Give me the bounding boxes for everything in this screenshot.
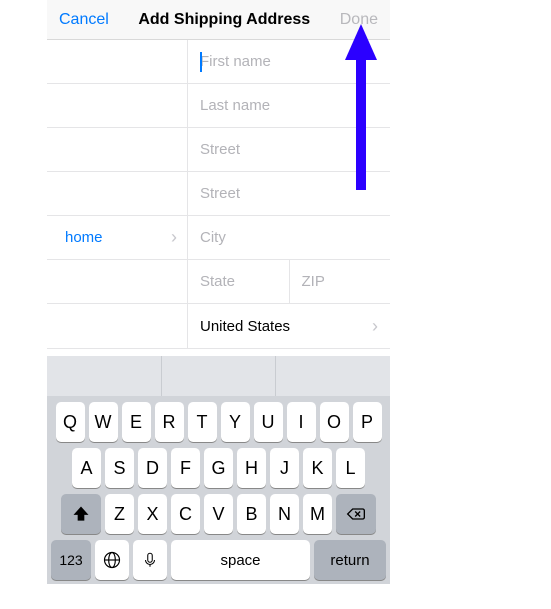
key-o[interactable]: O [320, 402, 349, 442]
prediction-bar [47, 356, 390, 396]
prediction-slot[interactable] [162, 356, 277, 396]
backspace-key[interactable] [336, 494, 376, 534]
key-l[interactable]: L [336, 448, 365, 488]
cancel-button[interactable]: Cancel [59, 11, 109, 29]
keyboard-row-1: QWERTYUIOP [47, 396, 390, 442]
country-selector[interactable]: United States › [187, 304, 390, 348]
numbers-key[interactable]: 123 [51, 540, 91, 580]
street1-field[interactable] [200, 141, 378, 158]
key-z[interactable]: Z [105, 494, 134, 534]
chevron-right-icon: › [372, 316, 378, 337]
key-m[interactable]: M [303, 494, 332, 534]
keyboard-row-3: ZXCVBNM [47, 488, 390, 534]
spacer [47, 260, 187, 303]
key-b[interactable]: B [237, 494, 266, 534]
shift-key[interactable] [61, 494, 101, 534]
globe-key[interactable] [95, 540, 129, 580]
spacer [47, 40, 187, 83]
return-key[interactable]: return [314, 540, 386, 580]
prediction-slot[interactable] [276, 356, 390, 396]
ios-keyboard: QWERTYUIOP ASDFGHJKL ZXCVBNM 123 space r… [47, 356, 390, 584]
key-x[interactable]: X [138, 494, 167, 534]
state-field[interactable] [200, 273, 277, 290]
microphone-icon [141, 551, 159, 569]
address-type-selector[interactable]: home › [47, 216, 187, 259]
dictation-key[interactable] [133, 540, 167, 580]
navbar: Cancel Add Shipping Address Done [47, 0, 390, 40]
key-k[interactable]: K [303, 448, 332, 488]
key-a[interactable]: A [72, 448, 101, 488]
key-j[interactable]: J [270, 448, 299, 488]
key-f[interactable]: F [171, 448, 200, 488]
street2-field[interactable] [200, 185, 378, 202]
key-w[interactable]: W [89, 402, 118, 442]
key-r[interactable]: R [155, 402, 184, 442]
address-type-label: home [65, 229, 103, 246]
keyboard-row-bottom: 123 space return [47, 534, 390, 580]
key-e[interactable]: E [122, 402, 151, 442]
key-c[interactable]: C [171, 494, 200, 534]
key-t[interactable]: T [188, 402, 217, 442]
keyboard-row-2: ASDFGHJKL [47, 442, 390, 488]
zip-field[interactable] [302, 273, 379, 290]
done-button[interactable]: Done [340, 11, 378, 29]
text-caret [200, 52, 202, 72]
key-n[interactable]: N [270, 494, 299, 534]
key-h[interactable]: H [237, 448, 266, 488]
globe-icon [102, 550, 122, 570]
key-q[interactable]: Q [56, 402, 85, 442]
key-p[interactable]: P [353, 402, 382, 442]
key-s[interactable]: S [105, 448, 134, 488]
page-title: Add Shipping Address [138, 11, 310, 29]
address-form-screen: Cancel Add Shipping Address Done [47, 0, 390, 349]
key-y[interactable]: Y [221, 402, 250, 442]
prediction-slot[interactable] [47, 356, 162, 396]
spacer [47, 304, 187, 348]
spacer [47, 84, 187, 127]
key-d[interactable]: D [138, 448, 167, 488]
key-g[interactable]: G [204, 448, 233, 488]
address-form: home › United States › [47, 40, 390, 349]
space-key[interactable]: space [171, 540, 310, 580]
key-v[interactable]: V [204, 494, 233, 534]
spacer [47, 172, 187, 215]
city-field[interactable] [200, 229, 378, 246]
spacer [47, 128, 187, 171]
key-i[interactable]: I [287, 402, 316, 442]
country-value: United States [200, 318, 290, 335]
last-name-field[interactable] [200, 97, 378, 114]
chevron-right-icon: › [171, 227, 177, 248]
first-name-field[interactable] [200, 53, 378, 70]
key-u[interactable]: U [254, 402, 283, 442]
